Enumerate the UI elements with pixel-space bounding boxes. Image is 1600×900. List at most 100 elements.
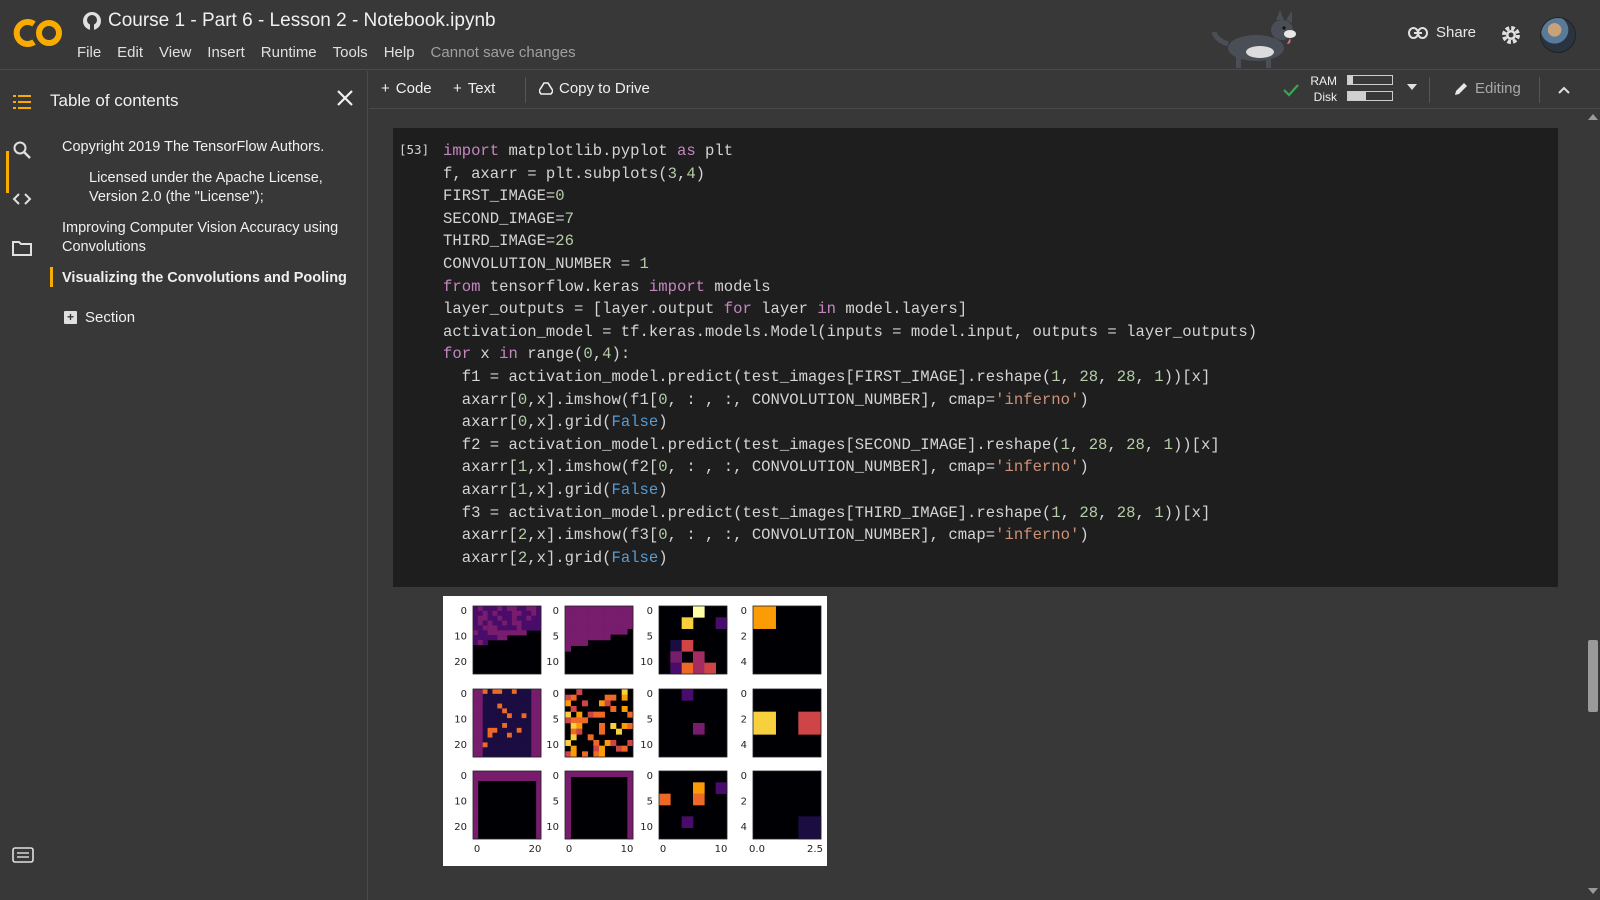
activation-cell xyxy=(526,742,532,748)
toc-item-copyright[interactable]: Copyright 2019 The TensorFlow Authors. xyxy=(62,138,352,157)
activation-cell xyxy=(511,718,518,724)
toc-item-license[interactable]: Licensed under the Apache License, Versi… xyxy=(89,169,349,207)
toc-list-icon[interactable] xyxy=(11,91,33,113)
folder-icon[interactable] xyxy=(11,237,33,259)
add-text-button[interactable]: + Text xyxy=(453,80,495,97)
toc-item-improving[interactable]: Improving Computer Vision Accuracy using… xyxy=(62,219,362,257)
activation-cell xyxy=(693,651,705,663)
menu-help[interactable]: Help xyxy=(384,44,415,61)
y-tick-label: 10 xyxy=(546,657,559,668)
share-button[interactable]: Share xyxy=(1408,24,1476,41)
activation-cell xyxy=(521,771,527,777)
activation-cell xyxy=(610,611,617,618)
activation-cell xyxy=(599,606,605,612)
activation-cell xyxy=(576,689,583,695)
activation-cell xyxy=(536,723,542,729)
activation-cell xyxy=(627,833,634,840)
gear-icon[interactable] xyxy=(1500,24,1522,46)
activation-cell xyxy=(521,727,527,734)
keyboard-icon[interactable] xyxy=(12,847,34,863)
code-cell[interactable]: [53] import matplotlib.pyplot as plt f, … xyxy=(393,128,1558,587)
menu-file[interactable]: File xyxy=(77,44,101,61)
activation-cell xyxy=(565,617,571,624)
activation-cell xyxy=(616,745,622,752)
activation-cell xyxy=(565,623,571,629)
activation-cell xyxy=(610,723,617,729)
close-icon[interactable] xyxy=(334,87,356,109)
menu-tools[interactable]: Tools xyxy=(333,44,368,61)
activation-cell xyxy=(593,751,600,758)
activation-cell xyxy=(627,776,634,783)
y-tick-label: 0 xyxy=(553,771,559,782)
activation-cell xyxy=(477,732,484,738)
y-tick-label: 0 xyxy=(461,771,467,782)
vertical-scrollbar[interactable] xyxy=(1584,110,1600,900)
activation-cell xyxy=(526,615,532,621)
activation-cell xyxy=(582,717,588,724)
colab-logo[interactable] xyxy=(12,16,64,50)
toc-item-visualizing[interactable]: Visualizing the Convolutions and Pooling xyxy=(62,269,362,288)
activation-cell xyxy=(497,698,503,704)
scroll-down-icon[interactable] xyxy=(1588,888,1598,894)
editing-mode-button[interactable]: Editing xyxy=(1453,80,1521,97)
add-section-button[interactable]: + Section xyxy=(64,309,135,326)
copy-to-drive-button[interactable]: Copy to Drive xyxy=(539,80,650,97)
menu-view[interactable]: View xyxy=(159,44,191,61)
activation-cell xyxy=(477,606,484,612)
connected-check-icon[interactable] xyxy=(1281,80,1301,100)
toc-panel: Table of contents Copyright 2019 The Ten… xyxy=(44,71,368,900)
activation-cell xyxy=(482,703,488,709)
execution-count: [53] xyxy=(399,142,430,157)
code-snippets-icon[interactable] xyxy=(11,188,33,210)
activation-cell xyxy=(670,651,682,663)
search-icon[interactable] xyxy=(11,139,33,161)
y-tick-label: 10 xyxy=(640,657,653,668)
activation-cell xyxy=(511,732,518,738)
activation-cell xyxy=(482,635,488,641)
activation-cell xyxy=(487,713,493,719)
notebook-title[interactable]: Course 1 - Part 6 - Lesson 2 - Notebook.… xyxy=(108,10,496,32)
activation-cell xyxy=(507,718,513,724)
activation-cell xyxy=(526,723,532,729)
activation-cell xyxy=(531,615,537,621)
scroll-up-icon[interactable] xyxy=(1588,114,1598,120)
activation-cell xyxy=(536,809,542,816)
activation-cell xyxy=(477,630,484,636)
activation-cell xyxy=(492,713,498,719)
activation-cell xyxy=(497,747,503,753)
activation-cell xyxy=(497,727,503,734)
scrollbar-thumb[interactable] xyxy=(1588,640,1598,712)
activation-cell xyxy=(492,698,498,704)
activation-cell xyxy=(565,833,571,840)
ram-usage-bar[interactable] xyxy=(1347,75,1393,85)
menu-insert[interactable]: Insert xyxy=(207,44,245,61)
menu-edit[interactable]: Edit xyxy=(117,44,143,61)
activation-cell xyxy=(627,782,634,789)
chevron-up-icon[interactable] xyxy=(1555,81,1573,99)
notebook-area: [53] import matplotlib.pyplot as plt f, … xyxy=(369,110,1584,900)
menu-runtime[interactable]: Runtime xyxy=(261,44,317,61)
activation-cell xyxy=(621,606,628,612)
activation-cell xyxy=(610,628,617,635)
account-avatar[interactable] xyxy=(1540,17,1576,53)
activation-cell xyxy=(473,635,479,641)
activation-cell xyxy=(604,606,611,612)
activation-cell xyxy=(565,816,571,823)
activation-cell xyxy=(627,799,634,806)
activation-cell xyxy=(582,611,588,618)
y-tick-label: 2 xyxy=(741,715,747,726)
activation-cell xyxy=(492,689,498,695)
activation-cell xyxy=(497,610,503,617)
disk-usage-bar[interactable] xyxy=(1347,91,1393,101)
activation-cell xyxy=(482,640,488,646)
x-tick-label: 0 xyxy=(474,844,480,855)
code-editor[interactable]: import matplotlib.pyplot as plt f, axarr… xyxy=(443,140,1257,569)
activation-cell xyxy=(681,689,694,701)
activation-cell xyxy=(507,775,513,782)
add-code-button[interactable]: + Code xyxy=(381,80,432,97)
activation-cell xyxy=(477,747,484,753)
chevron-down-icon[interactable] xyxy=(1407,84,1417,90)
y-tick-label: 10 xyxy=(546,822,559,833)
activation-cell xyxy=(536,805,542,811)
activation-cell xyxy=(482,606,488,612)
